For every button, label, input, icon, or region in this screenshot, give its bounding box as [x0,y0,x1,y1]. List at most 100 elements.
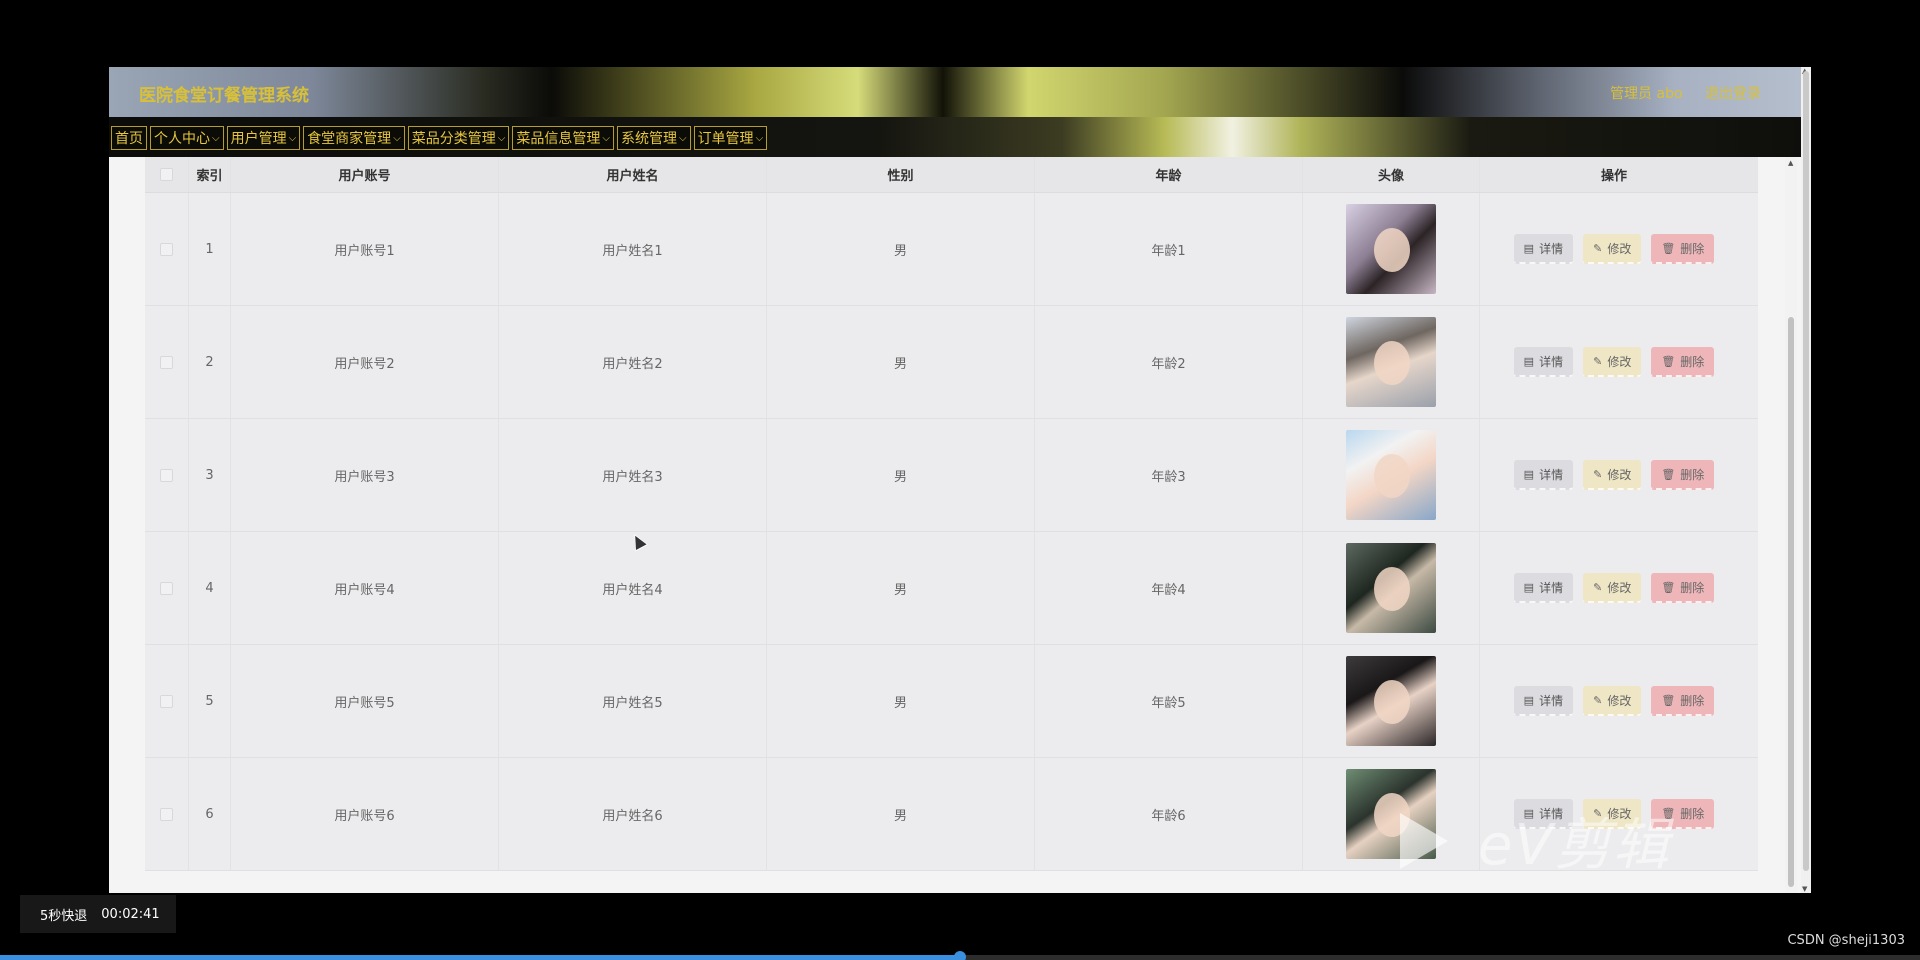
edit-button[interactable]: ✎ 修改 [1583,460,1642,490]
nav-item-label: 订单管理 [697,131,754,147]
content-scroll-thumb[interactable] [1788,317,1794,887]
window-scrollbar[interactable]: ▲ ▼ [1801,67,1811,893]
row-checkbox[interactable] [160,807,173,821]
row-actions: ▤ 详情 ✎ 修改 🗑 删除 [1480,645,1748,757]
row-select-cell [145,306,189,418]
document-icon: ▤ [1523,241,1535,255]
delete-label: 删除 [1680,467,1705,482]
trash-icon: 🗑 [1661,241,1676,255]
nav-item-5[interactable]: 菜品信息管理 ⌵ [512,126,614,150]
header-select-cell [145,157,189,192]
action-group: ▤ 详情 ✎ 修改 🗑 删除 [1513,573,1715,603]
row-sex: 男 [767,306,1035,418]
document-icon: ▤ [1523,693,1535,707]
row-sex: 男 [767,758,1035,870]
detail-button[interactable]: ▤ 详情 [1513,347,1574,377]
nav-item-2[interactable]: 用户管理 ⌵ [226,126,301,150]
trash-icon: 🗑 [1661,693,1676,707]
avatar[interactable] [1346,656,1436,746]
row-avatar-cell [1303,532,1480,644]
pencil-icon: ✎ [1593,354,1603,368]
nav-item-label: 菜品分类管理 [411,131,496,147]
nav-item-3[interactable]: 食堂商家管理 ⌵ [303,126,405,150]
rewind-label[interactable]: 5秒快退 [40,905,87,924]
document-icon: ▤ [1523,580,1535,594]
detail-button[interactable]: ▤ 详情 [1513,234,1574,264]
row-name: 用户姓名4 [499,532,767,644]
playback-time: 00:02:41 [101,906,160,922]
action-group: ▤ 详情 ✎ 修改 🗑 删除 [1513,234,1715,264]
window-scroll-down-icon[interactable]: ▼ [1802,885,1807,893]
user-area: 管理员 abo 退出登录 [1592,83,1761,103]
document-icon: ▤ [1523,467,1535,481]
row-checkbox[interactable] [160,694,173,708]
nav-item-7[interactable]: 订单管理 ⌵ [693,126,768,150]
window-scroll-thumb[interactable] [1803,71,1809,871]
nav-item-4[interactable]: 菜品分类管理 ⌵ [407,126,510,150]
row-index: 3 [189,419,231,531]
row-age: 年龄1 [1035,193,1303,305]
chevron-down-icon: ⌵ [212,132,220,144]
row-account: 用户账号2 [231,306,499,418]
detail-button[interactable]: ▤ 详情 [1513,573,1574,603]
delete-button[interactable]: 🗑 删除 [1651,234,1715,264]
delete-button[interactable]: 🗑 删除 [1651,347,1715,377]
avatar[interactable] [1346,204,1436,294]
playback-progress-bar[interactable] [0,951,1920,960]
row-name: 用户姓名2 [499,306,767,418]
chevron-down-icon: ⌵ [288,132,297,144]
edit-label: 修改 [1607,467,1632,482]
nav-item-label: 菜品信息管理 [516,131,601,147]
detail-label: 详情 [1539,693,1564,708]
nav-item-label: 系统管理 [620,131,677,147]
avatar[interactable] [1346,543,1436,633]
row-sex: 男 [767,419,1035,531]
edit-button[interactable]: ✎ 修改 [1583,234,1642,264]
header-sex: 性别 [767,157,1035,192]
row-actions: ▤ 详情 ✎ 修改 🗑 删除 [1480,532,1748,644]
row-name: 用户姓名6 [499,758,767,870]
logout-link[interactable]: 退出登录 [1705,86,1761,102]
progress-knob[interactable] [954,951,966,960]
nav-item-1[interactable]: 个人中心 ⌵ [150,126,224,150]
top-nav: 首页 个人中心 ⌵ 用户管理 ⌵ 食堂商家管理 ⌵ 菜品分类管理 ⌵ 菜品信息管理 ⌵ 系统管理 ⌵ 订单… [109,117,1811,157]
delete-button[interactable]: 🗑 删除 [1651,460,1715,490]
avatar[interactable] [1346,317,1436,407]
header-ops: 操作 [1600,169,1627,184]
avatar-face [1374,567,1410,611]
nav-item-6[interactable]: 系统管理 ⌵ [616,126,691,150]
pencil-icon: ✎ [1593,693,1603,707]
header-name: 用户姓名 [499,157,767,192]
avatar[interactable] [1346,430,1436,520]
delete-button[interactable]: 🗑 删除 [1651,686,1715,716]
row-checkbox[interactable] [160,242,173,256]
header-avatar: 头像 [1303,157,1480,192]
row-select-cell [145,532,189,644]
edit-button[interactable]: ✎ 修改 [1583,686,1642,716]
row-name: 用户姓名1 [499,193,767,305]
delete-button[interactable]: 🗑 删除 [1651,573,1715,603]
content-scrollbar[interactable]: ▲ [1785,157,1797,893]
detail-label: 详情 [1539,467,1564,482]
select-all-checkbox[interactable] [160,168,173,181]
table-row: 3 用户账号3 用户姓名3 男 年龄3 ▤ 详情 ✎ 修改 🗑 删除 [145,419,1758,532]
scroll-up-icon[interactable]: ▲ [1788,159,1793,167]
chevron-down-icon: ⌵ [678,132,687,144]
table-header: 索引 用户账号 用户姓名 性别 年龄 头像 操作 [145,157,1758,193]
main-content: 索引 用户账号 用户姓名 性别 年龄 头像 操作 1 用户账号1 用户姓名1 男… [109,157,1811,893]
document-icon: ▤ [1523,354,1535,368]
rewind-box[interactable]: 5秒快退 00:02:41 [20,895,176,933]
detail-button[interactable]: ▤ 详情 [1513,460,1574,490]
admin-user-label[interactable]: 管理员 abo [1610,86,1682,102]
edit-button[interactable]: ✎ 修改 [1583,573,1642,603]
row-checkbox[interactable] [160,468,173,482]
nav-item-0[interactable]: 首页 [111,126,147,150]
row-actions: ▤ 详情 ✎ 修改 🗑 删除 [1480,419,1748,531]
row-checkbox[interactable] [160,581,173,595]
detail-label: 详情 [1539,580,1564,595]
action-group: ▤ 详情 ✎ 修改 🗑 删除 [1513,347,1715,377]
row-checkbox[interactable] [160,355,173,369]
row-age: 年龄5 [1035,645,1303,757]
edit-button[interactable]: ✎ 修改 [1583,347,1642,377]
detail-button[interactable]: ▤ 详情 [1513,686,1574,716]
